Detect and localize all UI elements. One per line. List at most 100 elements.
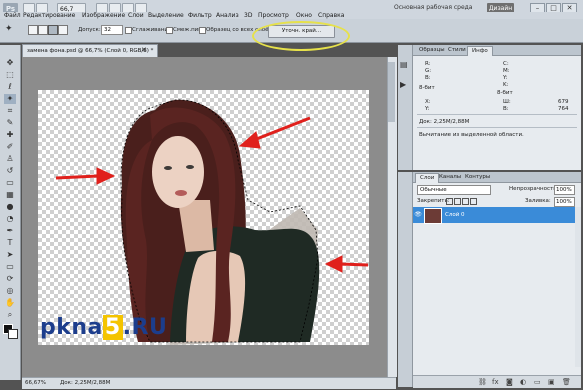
status-doc-size: Док: 2,25М/2,88М	[60, 380, 111, 386]
menu-edit[interactable]: Редактирование	[23, 12, 75, 19]
document-tab[interactable]: замена фона.psd @ 66,7% (Слой 0, RGB/8) …	[22, 44, 158, 57]
magic-wand-icon[interactable]: ✦	[5, 24, 15, 34]
menu-select[interactable]: Выделение	[148, 12, 184, 19]
menu-file[interactable]: Файл	[4, 12, 21, 19]
info-b-label: B:	[425, 75, 431, 81]
subtract-selection-icon[interactable]	[48, 25, 58, 35]
background-color-swatch[interactable]	[8, 329, 18, 339]
3d-camera-tool-icon[interactable]: ◎	[4, 286, 16, 296]
workspace-name[interactable]: Основная рабочая среда	[394, 4, 473, 11]
info-r-label: R:	[425, 61, 431, 67]
info-w-value: 679	[558, 99, 569, 105]
info-divider	[417, 114, 577, 115]
layers-scrollbar[interactable]	[575, 207, 581, 367]
photoshop-window: Ps 66,7 Основная рабочая среда Дизайн – …	[0, 0, 583, 390]
intersect-selection-icon[interactable]	[58, 25, 68, 35]
history-panel-icon[interactable]: ▤	[400, 60, 408, 69]
crop-tool-icon[interactable]: ⌗	[4, 106, 16, 116]
blend-mode-select[interactable]: Обычные	[417, 185, 491, 195]
status-zoom[interactable]: 66,67%	[25, 380, 46, 386]
menu-help[interactable]: Справка	[318, 12, 344, 19]
tab-paths[interactable]: Контуры	[461, 173, 494, 182]
fill-input[interactable]: 100%	[554, 197, 575, 207]
new-layer-icon[interactable]: ▣	[548, 378, 555, 386]
site-watermark: pkna5.RU	[40, 315, 167, 340]
actions-panel-icon[interactable]: ▶	[400, 80, 406, 89]
opacity-input[interactable]: 100%	[554, 185, 575, 195]
info-x-label: X:	[425, 99, 431, 105]
menu-analysis[interactable]: Анализ	[216, 12, 239, 19]
menu-layers[interactable]: Слои	[128, 12, 144, 19]
lasso-tool-icon[interactable]: ℓ	[4, 82, 16, 92]
info-hint: Вычитание из выделенной области.	[419, 132, 524, 138]
all-layers-checkbox[interactable]	[199, 27, 206, 34]
menu-3d[interactable]: 3D	[244, 12, 252, 19]
menu-image[interactable]: Изображение	[82, 12, 125, 19]
lock-transparency-icon[interactable]	[446, 198, 453, 205]
new-selection-icon[interactable]	[28, 25, 38, 35]
info-m-label: M:	[503, 68, 510, 74]
menu-window[interactable]: Окно	[296, 12, 312, 19]
type-tool-icon[interactable]: T	[4, 238, 16, 248]
marquee-tool-icon[interactable]: ⬚	[4, 70, 16, 80]
info-w-label: Ш:	[503, 99, 511, 105]
lock-all-icon[interactable]	[470, 198, 477, 205]
layer-mask-icon[interactable]: ◙	[506, 378, 513, 386]
delete-layer-icon[interactable]: 🗑	[562, 378, 571, 386]
lock-position-icon[interactable]	[462, 198, 469, 205]
info-y-label: Y:	[503, 75, 508, 81]
info-y-coord-label: Y:	[425, 106, 430, 112]
info-k-label: K:	[503, 82, 509, 88]
add-selection-icon[interactable]	[38, 25, 48, 35]
link-layers-icon[interactable]: ⛓	[478, 378, 487, 386]
blur-tool-icon[interactable]: ●	[4, 202, 16, 212]
info-bit-left: 8-бит	[419, 85, 435, 91]
contiguous-checkbox[interactable]	[166, 27, 173, 34]
eyedropper-tool-icon[interactable]: ✎	[4, 118, 16, 128]
dodge-tool-icon[interactable]: ◔	[4, 214, 16, 224]
shape-tool-icon[interactable]: ▭	[4, 262, 16, 272]
info-c-label: C:	[503, 61, 509, 67]
info-h-value: 764	[558, 106, 569, 112]
layer-name[interactable]: Слой 0	[445, 212, 465, 218]
scrollbar-thumb[interactable]	[388, 62, 395, 122]
info-doc-size: Док: 2,25М/2,88М	[419, 119, 470, 125]
highlight-ellipse	[252, 21, 350, 51]
brush-tool-icon[interactable]: ✐	[4, 142, 16, 152]
menu-filter[interactable]: Фильтр	[188, 12, 212, 19]
close-tab-icon[interactable]: ✕	[141, 46, 147, 54]
layers-panel: Слои Каналы Контуры Обычные Непрозрачнос…	[413, 172, 581, 387]
layers-icon-dock	[398, 172, 413, 387]
lock-pixels-icon[interactable]	[454, 198, 461, 205]
info-h-label: В:	[503, 106, 509, 112]
antialias-checkbox[interactable]	[125, 27, 132, 34]
tolerance-input[interactable]: 32	[101, 25, 123, 35]
pen-tool-icon[interactable]: ✒	[4, 226, 16, 236]
menu-view[interactable]: Просмотр	[258, 12, 289, 19]
healing-tool-icon[interactable]: ✚	[4, 130, 16, 140]
move-tool-icon[interactable]: ✥	[4, 58, 16, 68]
stamp-tool-icon[interactable]: ♙	[4, 154, 16, 164]
adjustment-layer-icon[interactable]: ◐	[520, 378, 526, 386]
watermark-suffix: .RU	[122, 315, 168, 340]
opacity-label: Непрозрачность:	[509, 186, 559, 192]
info-panel: Образцы Стили Инфо R: G: B: 8-бит C: M: …	[413, 45, 581, 170]
hand-tool-icon[interactable]: ✋	[4, 298, 16, 308]
layer-thumbnail[interactable]	[424, 208, 442, 224]
gradient-tool-icon[interactable]: ▦	[4, 190, 16, 200]
3d-rotate-tool-icon[interactable]: ⟳	[4, 274, 16, 284]
magic-wand-tool-icon[interactable]: ✦	[4, 94, 16, 104]
tab-info[interactable]: Инфо	[467, 46, 493, 56]
history-brush-tool-icon[interactable]: ↺	[4, 166, 16, 176]
lock-label: Закрепить:	[417, 198, 450, 204]
tab-styles[interactable]: Стили	[444, 46, 470, 55]
info-bit-right: 8-бит	[497, 90, 513, 96]
info-divider-2	[417, 127, 577, 128]
zoom-tool-icon[interactable]: ⌕	[4, 310, 16, 320]
layer-style-icon[interactable]: fx	[492, 378, 499, 386]
tolerance-label: Допуск:	[78, 27, 101, 33]
eraser-tool-icon[interactable]: ▭	[4, 178, 16, 188]
path-selection-tool-icon[interactable]: ➤	[4, 250, 16, 260]
group-icon[interactable]: ▭	[534, 378, 541, 386]
eye-icon[interactable]: 👁	[414, 209, 422, 221]
